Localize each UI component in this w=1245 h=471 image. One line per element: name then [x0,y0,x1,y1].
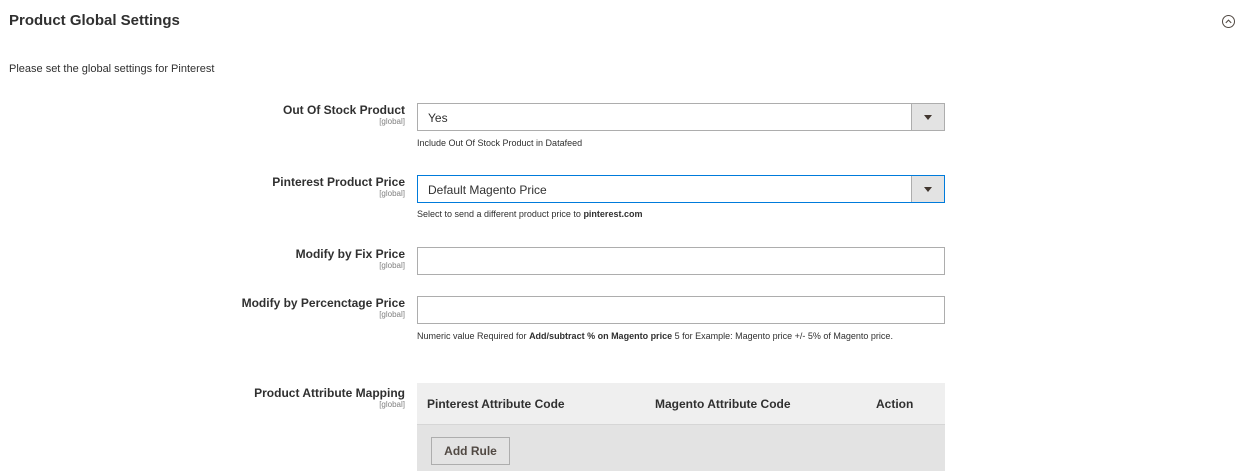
note-text: Numeric value Required for [417,331,530,341]
field-note-product-price: Select to send a different product price… [417,208,957,221]
add-rule-button[interactable]: Add Rule [431,437,510,465]
column-header-action: Action [876,397,914,411]
fix-price-input[interactable] [417,247,945,275]
collapse-section-button[interactable] [1222,15,1235,28]
field-note-percentage-price: Numeric value Required for Add/subtract … [417,330,957,343]
chevron-down-icon [911,176,944,202]
label-text: Modify by Fix Price [295,247,405,261]
scope-label: [global] [379,310,405,319]
field-label-fix-price: Modify by Fix Price [global] [145,247,405,271]
scope-label: [global] [379,261,405,270]
note-text: Select to send a different product price… [417,209,584,219]
product-price-select[interactable]: Default Magento Price [417,175,945,203]
section-title: Product Global Settings [9,12,180,29]
field-note-out-of-stock: Include Out Of Stock Product in Datafeed [417,138,583,148]
label-text: Modify by Percenctage Price [241,296,405,310]
attribute-mapping-table-footer: Add Rule [417,424,945,471]
scope-label: [global] [379,189,405,198]
attribute-mapping-table-header: Pinterest Attribute Code Magento Attribu… [417,383,945,424]
column-header-magento-code: Magento Attribute Code [655,397,791,411]
scope-label: [global] [379,400,405,409]
percentage-price-input[interactable] [417,296,945,324]
section-description: Please set the global settings for Pinte… [9,63,215,75]
select-value: Yes [428,111,448,125]
label-text: Product Attribute Mapping [254,386,405,400]
scope-label: [global] [379,117,405,126]
out-of-stock-select[interactable]: Yes [417,103,945,131]
note-link-text: pinterest.com [583,209,643,219]
chevron-up-icon [1225,19,1232,24]
field-label-percentage-price: Modify by Percenctage Price [global] [145,296,405,320]
select-value: Default Magento Price [428,183,547,197]
label-text: Pinterest Product Price [272,175,405,189]
field-label-attribute-mapping: Product Attribute Mapping [global] [145,386,405,410]
field-label-product-price: Pinterest Product Price [global] [145,175,405,199]
note-bold-text: Add/subtract % on Magento price [529,331,673,341]
column-header-pinterest-code: Pinterest Attribute Code [427,397,565,411]
chevron-down-icon [911,104,944,130]
note-text-suffix: 5 for Example: Magento price +/- 5% of M… [672,331,893,341]
label-text: Out Of Stock Product [282,103,405,117]
field-label-out-of-stock: Out Of Stock Product [global] [145,103,405,127]
